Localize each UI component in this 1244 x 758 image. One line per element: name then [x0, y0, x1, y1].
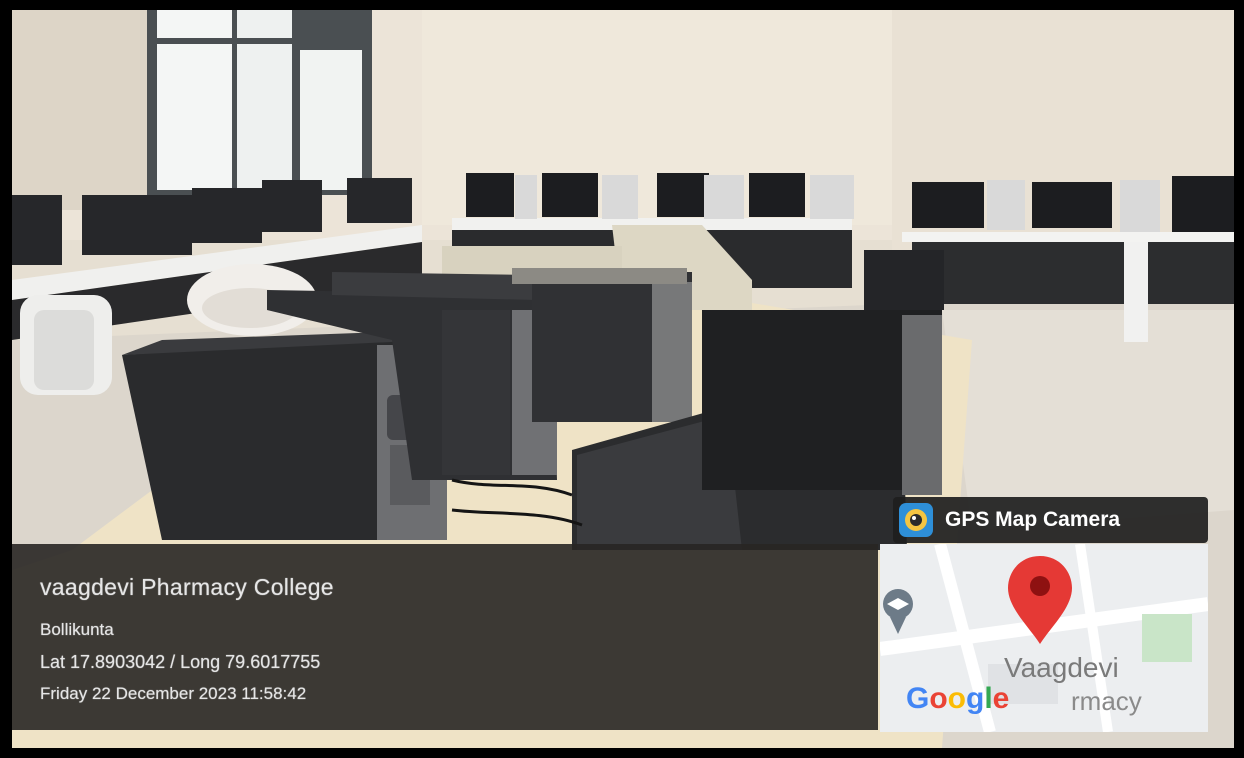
google-letter: g: [966, 682, 985, 715]
google-logo: Google: [906, 682, 1009, 716]
google-letter: o: [929, 682, 948, 715]
photo-frame: GPS Map Camera vaagdevi Pharmacy College…: [0, 0, 1244, 758]
google-letter: l: [984, 682, 993, 715]
coordinates: Lat 17.8903042 / Long 79.6017755: [40, 652, 321, 672]
location-info-overlay: vaagdevi Pharmacy College Bollikunta Lat…: [12, 544, 878, 730]
place-name: vaagdevi Pharmacy College: [40, 574, 334, 600]
google-letter: o: [947, 682, 966, 715]
datetime: Friday 22 December 2023 11:58:42: [40, 684, 307, 703]
map-label-suffix: rmacy: [1071, 686, 1142, 716]
map-thumbnail: Vaagdevi Google rmacy: [880, 544, 1208, 732]
gps-map-camera-badge: GPS Map Camera: [893, 497, 1208, 543]
window: [147, 10, 372, 195]
locality: Bollikunta: [40, 620, 114, 639]
badge-label: GPS Map Camera: [945, 508, 1121, 531]
google-letter: G: [906, 682, 930, 715]
map-place-label: Vaagdevi: [1004, 652, 1119, 683]
gps-camera-app-icon: [899, 503, 933, 537]
google-letter: e: [992, 682, 1010, 715]
